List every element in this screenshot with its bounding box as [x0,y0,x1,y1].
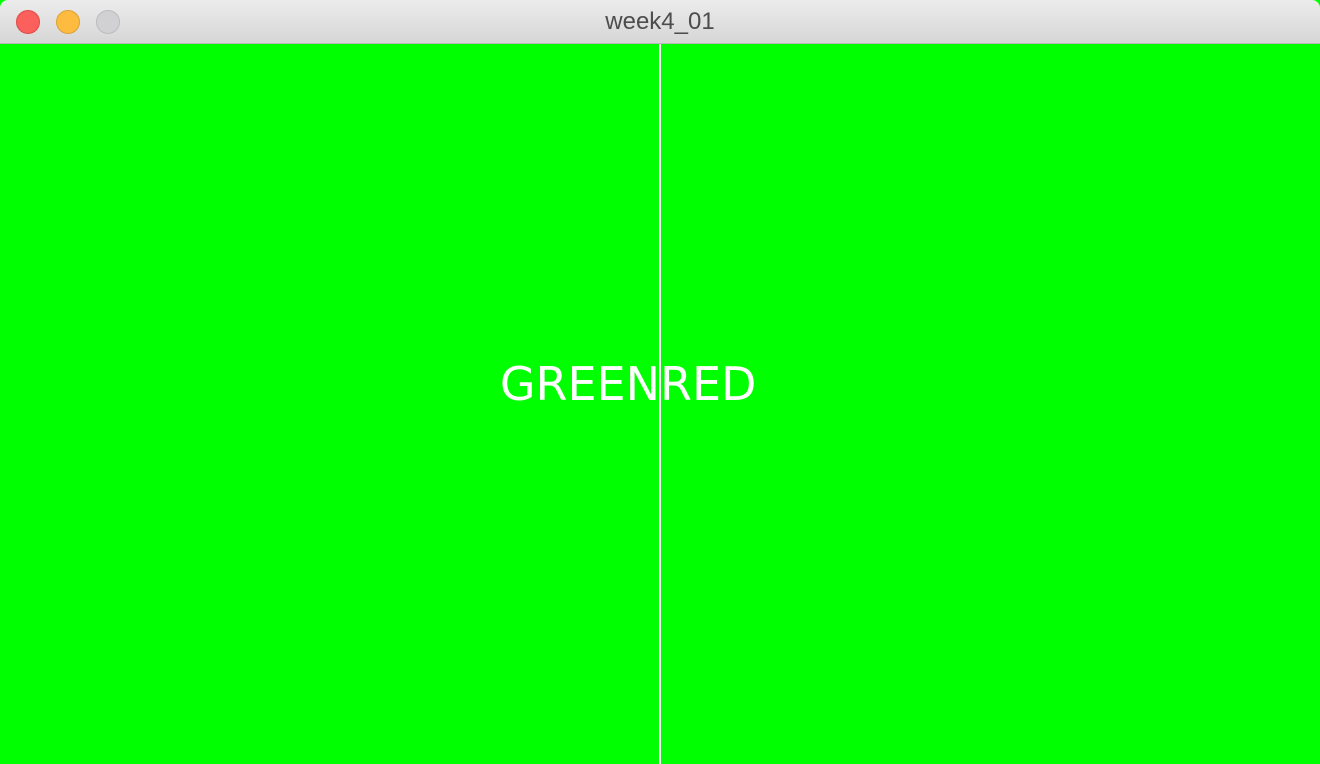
green-label: GREEN [499,357,660,411]
center-divider-line [659,44,661,764]
red-label: RED [660,357,757,411]
app-window: week4_01 GREEN RED [0,0,1320,764]
title-bar[interactable]: week4_01 [0,0,1320,44]
window-title: week4_01 [605,8,715,35]
sketch-canvas[interactable]: GREEN RED [0,44,1320,764]
